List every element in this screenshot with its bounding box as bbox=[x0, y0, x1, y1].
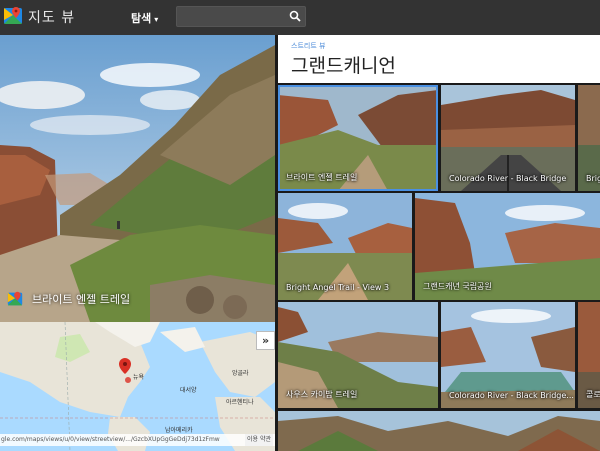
search-icon[interactable] bbox=[289, 10, 301, 22]
tile-label: 사우스 카이밥 트레일 bbox=[286, 390, 358, 399]
top-bar: 지도 뷰 탐색 ▾ bbox=[0, 0, 600, 35]
photo-tile[interactable]: 그랜드캐년 국립공원 bbox=[415, 193, 600, 300]
tile-label: 그랜드캐년 국립공원 bbox=[423, 282, 492, 291]
mini-map[interactable]: 뉴욕 대서양 아르헨티나 남아메리카 앙골라 » bbox=[0, 322, 275, 451]
panel-header: 스트리트 뷰 그랜드캐니언 bbox=[278, 35, 600, 83]
canyon-hero-image bbox=[0, 35, 275, 322]
search-input[interactable] bbox=[177, 10, 285, 29]
photo-tile[interactable]: Brig bbox=[578, 85, 600, 191]
street-view-hero[interactable]: 브라이트 엔젤 트레일 bbox=[0, 35, 275, 322]
photo-tile[interactable]: Bright Angel Trail - View 3 bbox=[278, 193, 412, 300]
breadcrumb[interactable]: 스트리트 뷰 bbox=[291, 41, 325, 51]
photo-tile[interactable]: 브라이트 엔젤 트레일 bbox=[278, 85, 438, 191]
hero-caption: 브라이트 엔젤 트레일 bbox=[7, 291, 130, 307]
caret-down-icon: ▾ bbox=[154, 15, 159, 24]
explore-menu[interactable]: 탐색 ▾ bbox=[131, 10, 158, 26]
photo-tile[interactable]: Colorado River - Black Bridge... bbox=[441, 302, 575, 408]
photo-tile[interactable]: 사우스 카이밥 트레일 bbox=[278, 302, 438, 408]
search-box[interactable] bbox=[176, 6, 306, 29]
maps-logo-icon[interactable] bbox=[4, 6, 22, 26]
tile-label: 콜로 bbox=[586, 390, 600, 399]
map-label: 남아메리카 bbox=[165, 427, 193, 434]
explore-label: 탐색 bbox=[131, 12, 152, 25]
photo-tile[interactable] bbox=[278, 411, 600, 451]
place-panel: 스트리트 뷰 그랜드캐니언 브라이트 엔젤 트레일 Colorado River… bbox=[278, 35, 600, 451]
map-url-bar: gle.com/maps/views/u/0/view/streetview/.… bbox=[0, 434, 275, 446]
tile-label: Colorado River - Black Bridge... bbox=[449, 391, 574, 400]
terms-link[interactable]: 이용 약관 bbox=[245, 434, 273, 446]
photo-tile[interactable]: Colorado River - Black Bridge bbox=[441, 85, 575, 191]
chevron-right-icon: » bbox=[261, 334, 270, 347]
tile-label: 브라이트 엔젤 트레일 bbox=[286, 173, 358, 182]
expand-map-button[interactable]: » bbox=[256, 331, 275, 350]
tile-label: Bright Angel Trail - View 3 bbox=[286, 283, 390, 292]
maps-logo-icon bbox=[7, 291, 23, 306]
map-canvas bbox=[0, 322, 275, 451]
tile-label: Colorado River - Black Bridge bbox=[449, 174, 567, 183]
map-label: 대서양 bbox=[180, 387, 197, 394]
map-label: 아르헨티나 bbox=[226, 399, 254, 406]
map-url-text: gle.com/maps/views/u/0/view/streetview/.… bbox=[1, 436, 220, 443]
place-title: 그랜드캐니언 bbox=[291, 55, 396, 77]
tile-label: Brig bbox=[586, 174, 600, 183]
hero-caption-text: 브라이트 엔젤 트레일 bbox=[32, 293, 131, 306]
map-label: 뉴욕 bbox=[133, 374, 145, 381]
tile-image bbox=[278, 411, 600, 451]
app-title[interactable]: 지도 뷰 bbox=[28, 7, 75, 27]
photo-tile[interactable]: 콜로 bbox=[578, 302, 600, 408]
map-label: 앙골라 bbox=[232, 370, 249, 377]
